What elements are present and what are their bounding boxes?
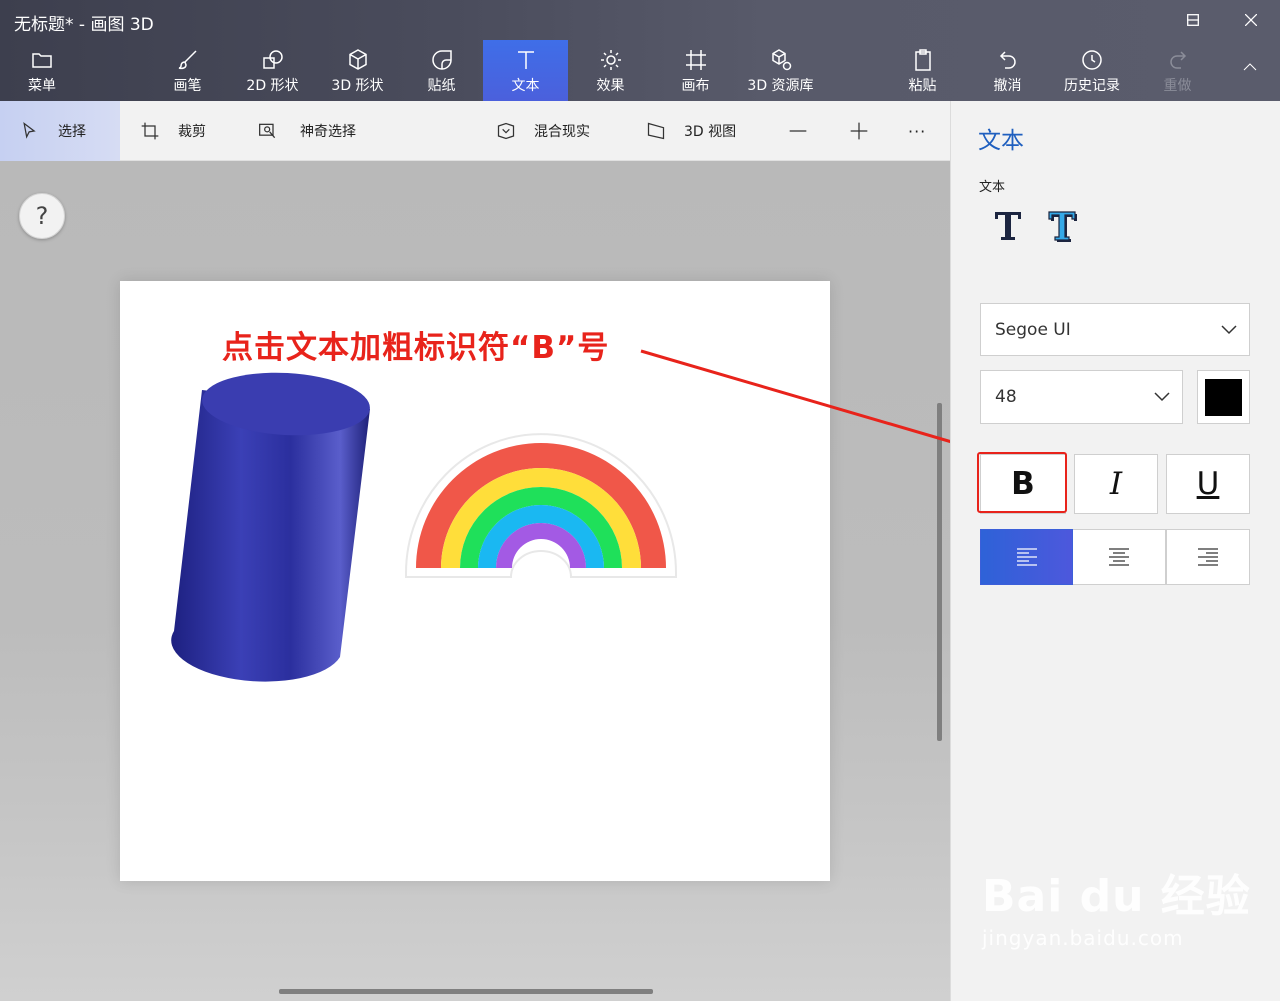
color-fill xyxy=(1205,378,1242,416)
watermark-brand: Bai du 经验 xyxy=(982,871,1251,922)
panel-title: 文本 xyxy=(978,128,1024,154)
align-left-icon xyxy=(1016,548,1037,566)
bold-highlight-box xyxy=(977,452,1067,513)
italic-button[interactable]: I xyxy=(1074,454,1158,514)
align-center-button[interactable] xyxy=(1073,529,1166,585)
3d-text-t-icon xyxy=(1048,211,1077,242)
chevron-down-icon xyxy=(1221,324,1237,334)
font-family-value: Segoe UI xyxy=(995,319,1071,340)
font-size-dropdown[interactable]: 48 xyxy=(980,370,1183,424)
text-color-swatch[interactable] xyxy=(1197,370,1250,424)
watermark-url: jingyan.baidu.com xyxy=(982,926,1184,950)
3d-text-button[interactable] xyxy=(1043,205,1083,245)
align-center-icon xyxy=(1109,548,1129,566)
underline-button[interactable]: U xyxy=(1166,454,1250,514)
align-right-icon xyxy=(1198,548,1218,566)
plain-text-button[interactable] xyxy=(988,205,1028,245)
align-right-button[interactable] xyxy=(1166,529,1250,585)
baidu-watermark: Bai du 经验 jingyan.baidu.com xyxy=(982,860,1251,950)
font-size-value: 48 xyxy=(995,387,1017,407)
text-type-label: 文本 xyxy=(979,180,1006,195)
chevron-down-icon xyxy=(1154,392,1170,402)
plain-text-t-icon xyxy=(995,212,1021,240)
align-left-button[interactable] xyxy=(980,529,1073,585)
font-family-dropdown[interactable]: Segoe UI xyxy=(980,303,1250,356)
